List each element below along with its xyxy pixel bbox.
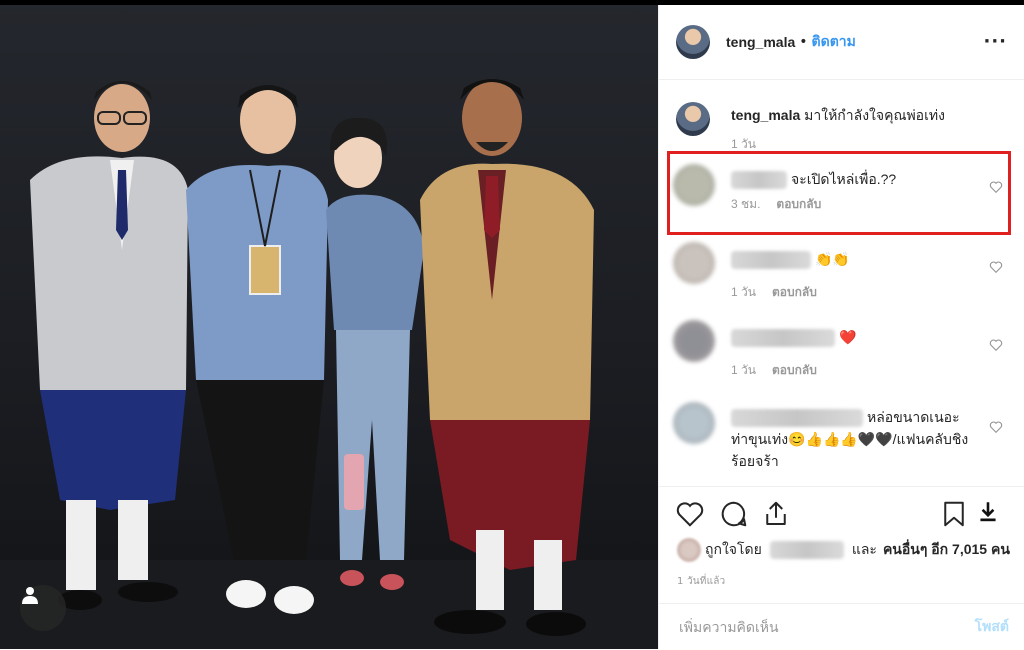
likes-summary: ถูกใจโดย และ คนอื่นๆ อีก 7,015 คน bbox=[677, 538, 1010, 562]
reply-button[interactable]: ตอบกลับ bbox=[772, 285, 817, 299]
comment-icon[interactable] bbox=[719, 499, 749, 529]
person-gold-suit bbox=[420, 79, 594, 636]
share-icon[interactable] bbox=[761, 499, 791, 529]
heart-icon[interactable] bbox=[675, 499, 705, 529]
comment-text: 👏👏 bbox=[815, 251, 850, 267]
comment-like-heart-icon[interactable] bbox=[989, 420, 1003, 434]
likes-prefix: ถูกใจโดย bbox=[705, 541, 762, 557]
header-separator: • bbox=[799, 34, 808, 50]
comment-text: ❤️ bbox=[839, 329, 857, 345]
comment-body: หล่อขนาดเนอะท่าขุนเท่ง😊👍👍👍🖤🖤/แฟนคลับชิงร… bbox=[731, 406, 971, 472]
likes-middle: และ bbox=[851, 541, 877, 557]
author-username[interactable]: teng_mala bbox=[726, 34, 795, 50]
blurred-liker-name bbox=[769, 541, 844, 559]
post-timestamp: 1 วันที่แล้ว bbox=[677, 576, 726, 587]
post-side-panel: teng_mala • ติดตาม ··· teng_mala มาให้กำ… bbox=[658, 0, 1024, 649]
comment-body: 👏👏 1 วัน ตอบกลับ bbox=[731, 250, 981, 302]
liker-avatar[interactable] bbox=[677, 538, 701, 562]
caption-username[interactable]: teng_mala bbox=[731, 107, 800, 123]
user-tag-button[interactable] bbox=[20, 585, 66, 631]
caption-body: teng_mala มาให้กำลังใจคุณพ่อเท่ง 1 วัน bbox=[731, 106, 1001, 154]
caption-time: 1 วัน bbox=[731, 137, 756, 151]
comment-input[interactable] bbox=[677, 618, 961, 636]
comment-avatar[interactable] bbox=[673, 242, 715, 284]
caption-text: มาให้กำลังใจคุณพ่อเท่ง bbox=[804, 107, 945, 123]
post-photo[interactable] bbox=[0, 0, 658, 649]
author-avatar[interactable] bbox=[676, 25, 710, 59]
person-denim bbox=[326, 117, 424, 590]
comment-like-heart-icon[interactable] bbox=[989, 260, 1003, 274]
comment-like-heart-icon[interactable] bbox=[989, 338, 1003, 352]
likes-others[interactable]: คนอื่นๆ อีก 7,015 คน bbox=[883, 539, 1010, 561]
download-icon[interactable] bbox=[975, 499, 1001, 525]
add-comment-bar: โพสต์ bbox=[659, 603, 1024, 650]
photo-illustration bbox=[0, 79, 658, 649]
post-header: teng_mala • ติดตาม ··· bbox=[659, 5, 1024, 80]
more-options-icon[interactable]: ··· bbox=[983, 31, 1007, 52]
follow-button[interactable]: ติดตาม bbox=[812, 31, 856, 53]
caption-avatar[interactable] bbox=[676, 102, 710, 136]
comment-time: 1 วัน bbox=[731, 285, 756, 300]
post-button[interactable]: โพสต์ bbox=[975, 616, 1009, 638]
blurred-username bbox=[731, 329, 835, 348]
person-blue-shirt bbox=[186, 85, 328, 614]
highlight-box bbox=[667, 151, 1011, 235]
comments-list[interactable]: teng_mala มาให้กำลังใจคุณพ่อเท่ง 1 วัน จ… bbox=[659, 80, 1024, 486]
top-bar bbox=[0, 0, 1024, 5]
comment-body: ❤️ 1 วัน ตอบกลับ bbox=[731, 328, 981, 380]
comment-time: 1 วัน bbox=[731, 363, 756, 378]
comment-avatar[interactable] bbox=[673, 402, 715, 444]
person-silver-suit bbox=[30, 81, 188, 610]
blurred-username bbox=[731, 409, 863, 428]
reply-button[interactable]: ตอบกลับ bbox=[772, 363, 817, 377]
bookmark-icon[interactable] bbox=[939, 499, 969, 529]
user-tag-icon bbox=[22, 587, 38, 604]
comment-avatar[interactable] bbox=[673, 320, 715, 362]
blurred-username bbox=[731, 251, 811, 270]
